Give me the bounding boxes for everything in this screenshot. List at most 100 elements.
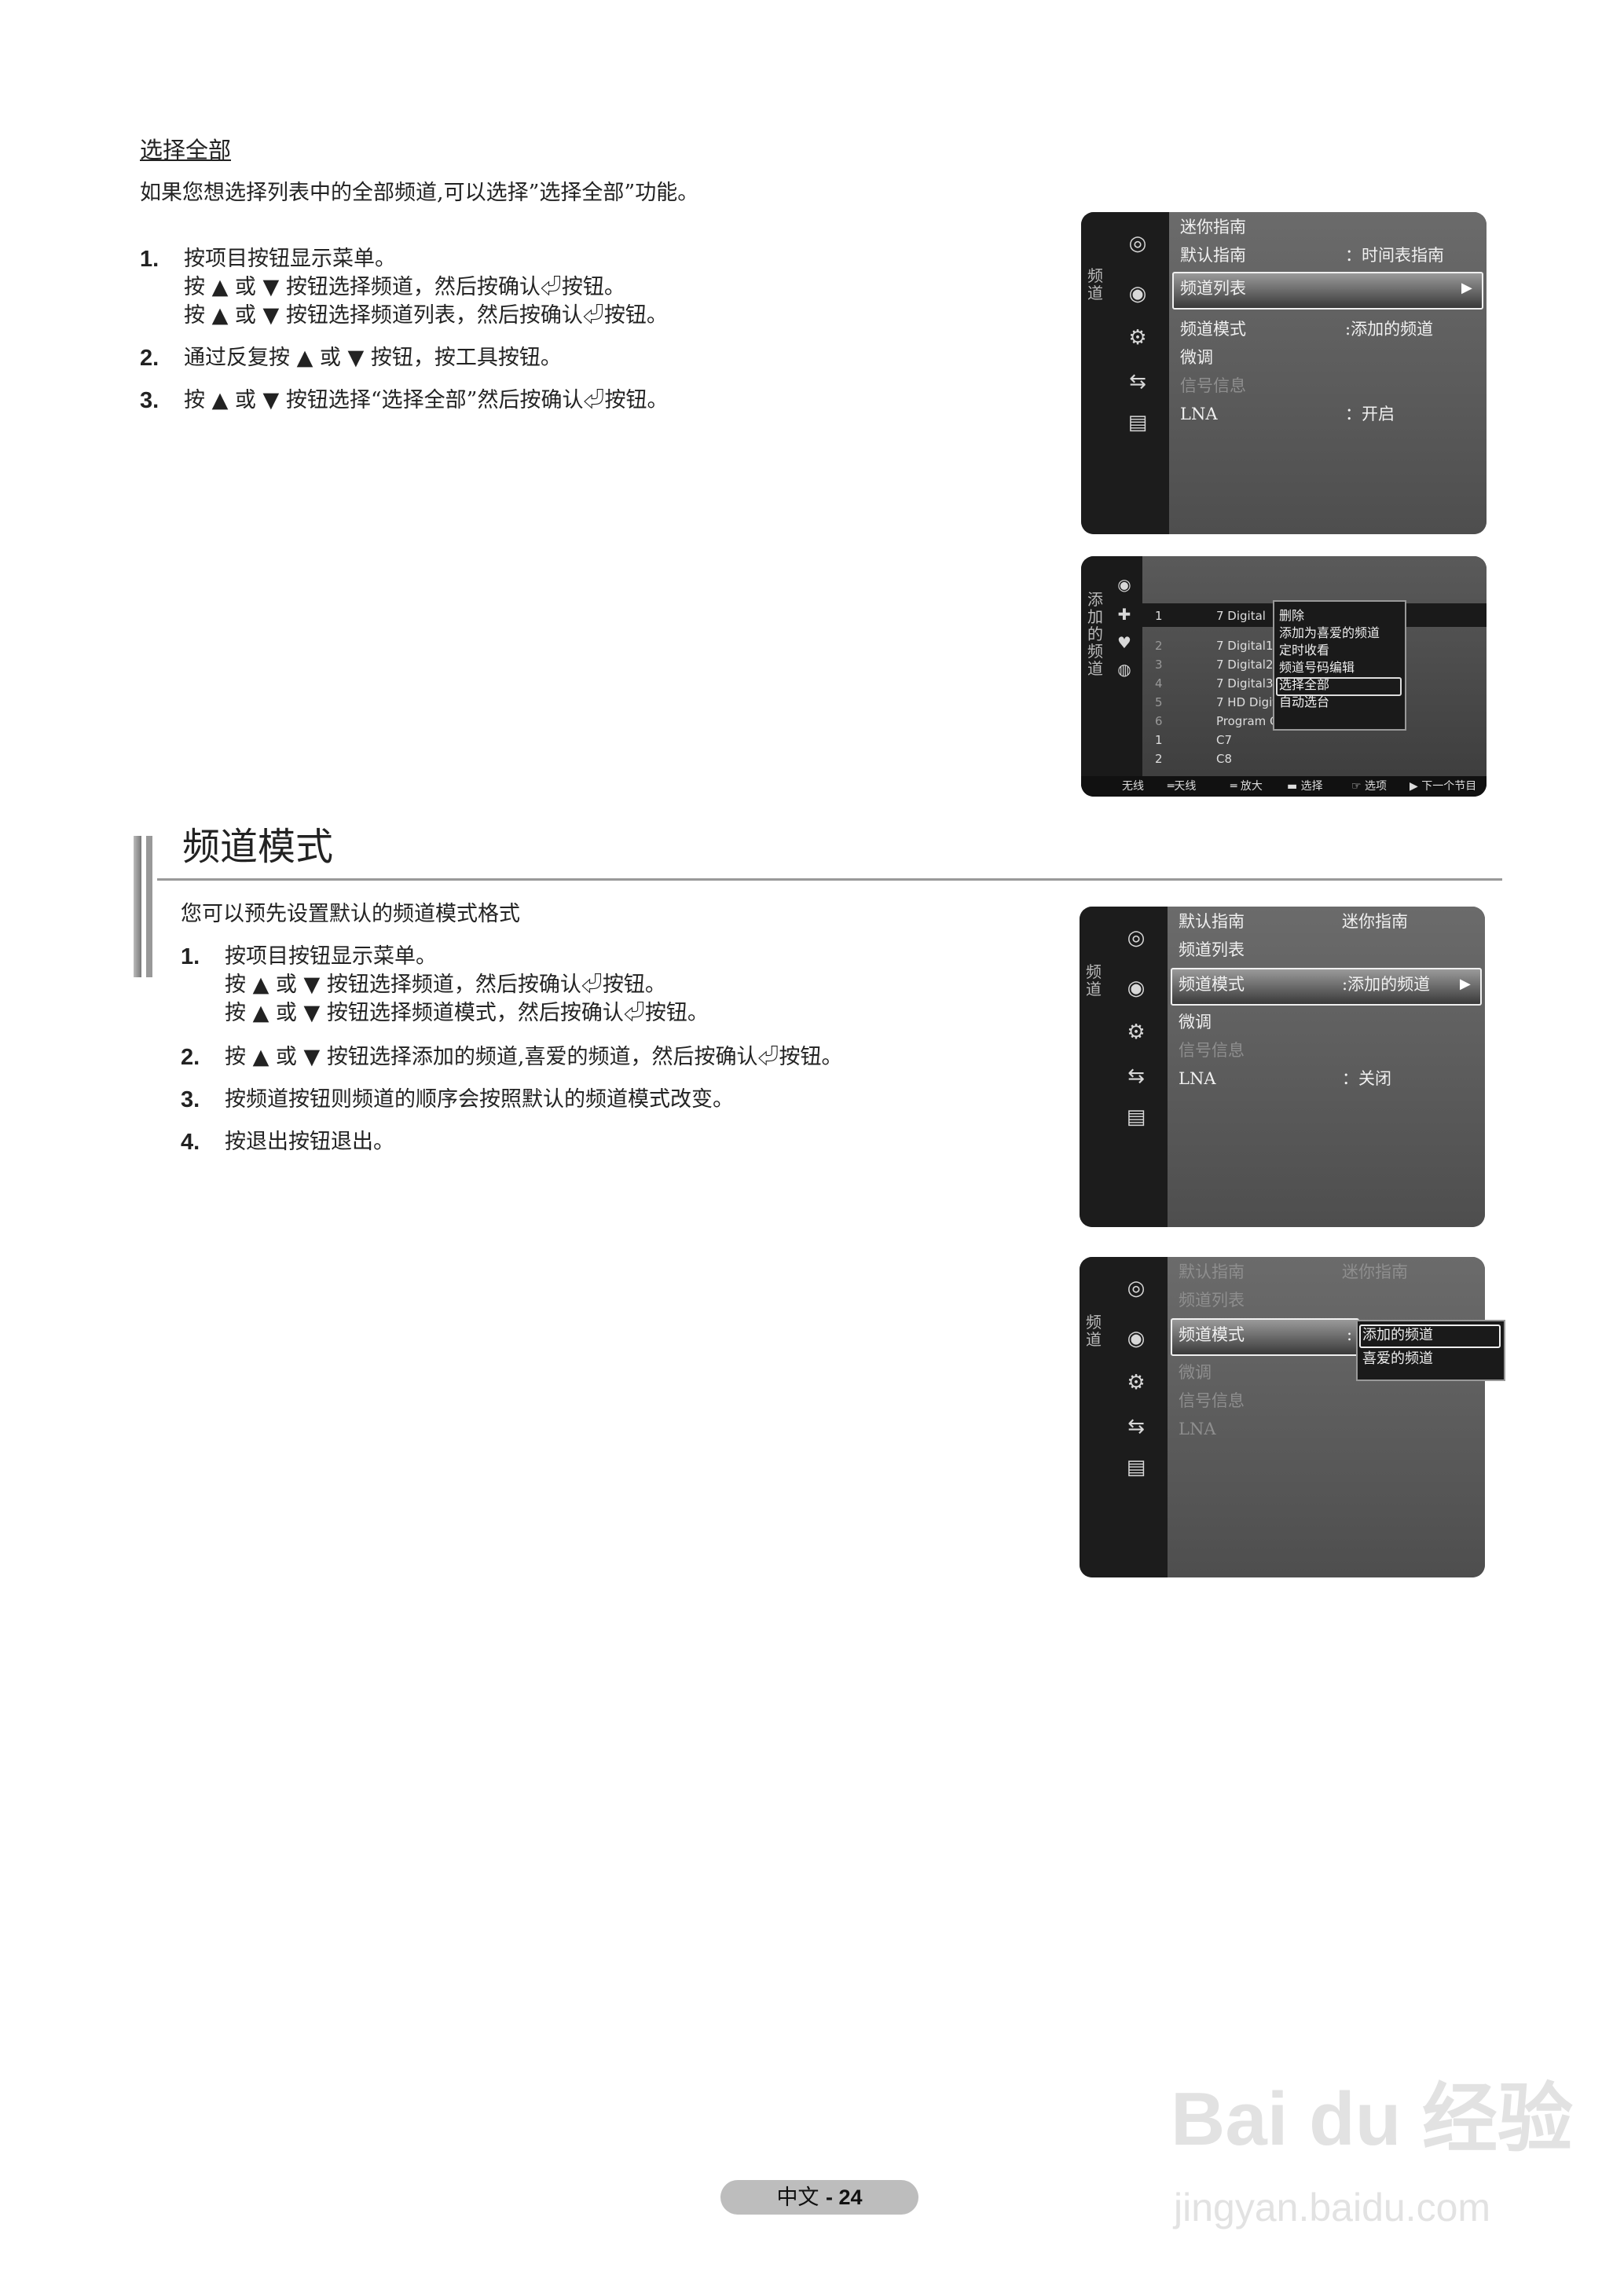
channel-name[interactable]: 7 Digital3 (1216, 676, 1274, 691)
menu-sidebar: 频道 ◎ ◉ ⚙ ⇆ ▤ (1080, 1257, 1168, 1577)
step-number: 1. (140, 247, 159, 272)
menu-item[interactable]: LNA (1179, 1068, 1216, 1089)
tv-menu-screen-channel-mode: 频道 ◎ ◉ ⚙ ⇆ ▤ 默认指南 迷你指南 频道列表 频道模式 :添加的频道 … (1080, 907, 1485, 1227)
menu-panel: 迷你指南 默认指南 ：时间表指南 频道列表 ▶ 频道模式 :添加的频道 微调 信… (1169, 212, 1487, 534)
programmed-icon: ◍ (1117, 660, 1131, 679)
step-number: 4. (181, 1130, 200, 1155)
footer-antenna[interactable]: ═天线 (1168, 779, 1196, 794)
page-number: - 24 (826, 2186, 863, 2209)
channel-name[interactable]: 7 Digital1 (1216, 638, 1274, 654)
popup-item-add-favorite[interactable]: 添加为喜爱的频道 (1279, 625, 1380, 641)
menu-item-disabled: 微调 (1179, 1363, 1212, 1382)
menu-value: ：时间表指南 (1345, 246, 1444, 265)
watermark-logo: Bai du 经验 (1171, 2077, 1574, 2161)
channel-number: 2 (1155, 639, 1163, 653)
channel-number: 4 (1155, 676, 1163, 691)
menu-item[interactable]: 微调 (1179, 1012, 1212, 1032)
menu-item-disabled: 默认指南 (1179, 1262, 1245, 1281)
channel-name[interactable]: 7 Digital2 (1216, 657, 1274, 672)
menu-value: 迷你指南 (1342, 1262, 1408, 1281)
step-number: 2. (181, 1045, 200, 1070)
footer-select[interactable]: ▬ 选择 (1287, 779, 1323, 794)
popup-item-timer-view[interactable]: 定时收看 (1279, 643, 1329, 658)
sidebar-label: 添加的频道 (1087, 590, 1103, 678)
option-favorite-channels[interactable]: 喜爱的频道 (1362, 1351, 1433, 1367)
popup-item-auto-store[interactable]: 自动选台 (1279, 694, 1329, 710)
channel-number: 1 (1155, 733, 1163, 747)
step-text: 按项目按钮显示菜单。 (225, 944, 437, 969)
menu-item[interactable]: 迷你指南 (1180, 217, 1246, 237)
popup-item-delete[interactable]: 删除 (1279, 608, 1304, 624)
picture-icon: ◎ (1127, 926, 1146, 950)
list-footer: 无线 ═天线 ═ 放大 ▬ 选择 ☞ 选项 ▶ 下一个节目 (1081, 776, 1487, 797)
list-panel: 1 7 Digital 2 7 Digital1 3 7 Digital2 4 … (1142, 556, 1487, 797)
step-text: 按 ▲ 或 ▼ 按钮选择频道模式，然后按确认⏎按钮。 (225, 1001, 709, 1025)
menu-item-disabled: 信号信息 (1179, 1391, 1245, 1410)
input-icon: ⇆ (1127, 1064, 1145, 1088)
menu-item-selected[interactable]: 频道列表 (1180, 278, 1246, 299)
right-arrow-icon: ▶ (1460, 976, 1471, 992)
menu-sidebar: 频道 ◎ ◉ ⚙ ⇆ ▤ (1080, 907, 1168, 1227)
watermark-url: jingyan.baidu.com (1174, 2186, 1491, 2230)
added-channels-icon: ✚ (1117, 605, 1131, 624)
menu-item[interactable]: LNA (1180, 404, 1218, 424)
channel-name[interactable]: C7 (1216, 732, 1232, 748)
channel-name[interactable]: 7 Digital (1216, 608, 1266, 624)
footer-tools[interactable]: ☞ 选项 (1351, 779, 1387, 794)
menu-item[interactable]: 默认指南 (1180, 245, 1246, 266)
menu-item[interactable]: 频道模式 (1180, 319, 1246, 339)
favorite-heart-icon: ♥ (1117, 633, 1131, 652)
channel-icon: ◉ (1127, 976, 1146, 1000)
setup-gear-icon: ⚙ (1127, 1020, 1146, 1044)
step-text: 按频道按钮则频道的顺序会按照默认的频道模式改变。 (225, 1087, 734, 1112)
step-number: 3. (140, 388, 159, 413)
sidebar-label: 频道 (1086, 962, 1102, 998)
menu-panel: 默认指南 迷你指南 频道列表 频道模式 :添加的频道 ▶ 微调 信号信息 LNA… (1168, 907, 1485, 1227)
step-text: 按 ▲ 或 ▼ 按钮选择频道，然后按确认⏎按钮。 (225, 973, 666, 997)
step-number: 1. (181, 944, 200, 969)
channel-number: 3 (1155, 658, 1163, 672)
picture-icon: ◎ (1128, 232, 1147, 255)
menu-item[interactable]: 默认指南 (1179, 911, 1245, 932)
step-text: 按退出按钮退出。 (225, 1130, 394, 1154)
channel-icon: ◉ (1127, 1327, 1146, 1350)
support-icon: ▤ (1126, 1456, 1146, 1479)
channel-number: 6 (1155, 714, 1163, 728)
menu-item-selected[interactable]: 频道模式 (1179, 974, 1245, 995)
menu-item-disabled: 信号信息 (1180, 376, 1246, 395)
step-text: 按 ▲ 或 ▼ 按钮选择频道，然后按确认⏎按钮。 (184, 275, 625, 299)
menu-item[interactable]: 微调 (1180, 347, 1213, 368)
popup-item-select-all[interactable]: 选择全部 (1279, 677, 1329, 693)
tv-channel-list-screen: 添加的频道 ◉ ✚ ♥ ◍ 1 7 Digital 2 7 Digital1 3… (1081, 556, 1487, 797)
section-intro: 您可以预先设置默认的频道模式格式 (181, 902, 520, 926)
menu-item-disabled: LNA (1179, 1420, 1216, 1438)
section-divider (157, 878, 1502, 881)
tools-popup-menu: 删除 添加为喜爱的频道 定时收看 频道号码编辑 选择全部 自动选台 (1273, 600, 1406, 731)
menu-sidebar: 频道 ◎ ◉ ⚙ ⇆ ▤ (1081, 212, 1169, 534)
menu-value: :添加的频道 (1342, 975, 1431, 994)
step-text: 按项目按钮显示菜单。 (184, 247, 396, 271)
menu-item-selected[interactable]: 频道模式 (1179, 1325, 1245, 1345)
channel-mode-dropdown: 添加的频道 喜爱的频道 (1356, 1320, 1505, 1381)
support-icon: ▤ (1126, 1105, 1146, 1129)
channel-number: 2 (1155, 752, 1163, 766)
channel-name[interactable]: C8 (1216, 751, 1232, 767)
menu-item-disabled: 信号信息 (1179, 1041, 1245, 1060)
section-title-select-all: 选择全部 (140, 137, 232, 163)
footer-zoom[interactable]: ═ 放大 (1230, 779, 1263, 794)
step-text: 按 ▲ 或 ▼ 按钮选择频道列表，然后按确认⏎按钮。 (184, 303, 668, 328)
channel-number: 5 (1155, 695, 1163, 709)
right-arrow-icon: ▶ (1461, 280, 1472, 296)
sidebar-label: 频道 (1087, 266, 1103, 302)
footer-next-program[interactable]: ▶ 下一个节目 (1410, 779, 1476, 794)
page-language: 中文 (776, 2186, 819, 2210)
popup-item-edit-number[interactable]: 频道号码编辑 (1279, 660, 1355, 676)
step-number: 3. (181, 1087, 200, 1112)
setup-gear-icon: ⚙ (1127, 1371, 1146, 1394)
option-added-channels[interactable]: 添加的频道 (1362, 1328, 1433, 1343)
section-bar (146, 836, 152, 977)
menu-value: : (1347, 1325, 1353, 1344)
picture-icon: ◎ (1127, 1277, 1146, 1300)
menu-item[interactable]: 频道列表 (1179, 940, 1245, 960)
sidebar-label: 频道 (1086, 1313, 1102, 1349)
